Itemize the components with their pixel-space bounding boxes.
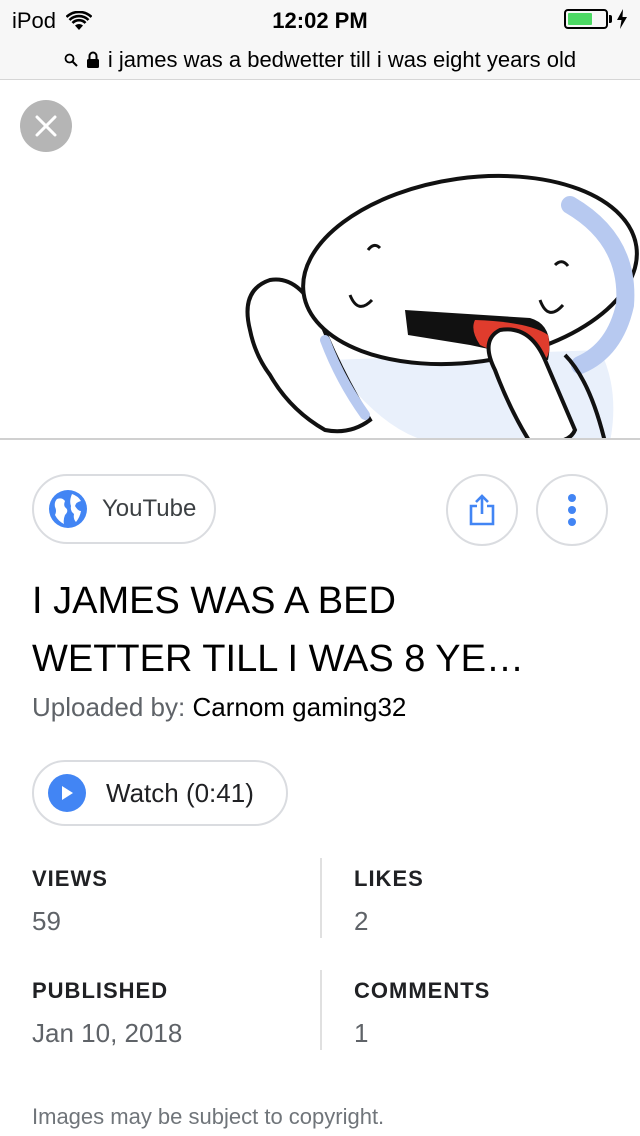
video-title[interactable]: I JAMES WAS A BED WETTER TILL I WAS 8 YE… bbox=[32, 572, 592, 688]
video-title-line-1: I JAMES WAS A BED bbox=[32, 580, 396, 622]
share-icon bbox=[469, 494, 495, 526]
source-label: YouTube bbox=[102, 495, 197, 522]
views-stat: VIEWS 59 bbox=[32, 866, 108, 937]
published-value: Jan 10, 2018 bbox=[32, 1018, 183, 1048]
play-icon bbox=[48, 774, 86, 812]
more-options-button[interactable] bbox=[536, 474, 608, 546]
status-bar: iPod 12:02 PM bbox=[0, 0, 640, 40]
share-button[interactable] bbox=[446, 474, 518, 546]
clock: 12:02 PM bbox=[272, 8, 368, 33]
likes-value: 2 bbox=[354, 906, 369, 936]
watch-button[interactable]: Watch (0:41) bbox=[32, 760, 288, 826]
close-icon bbox=[35, 115, 57, 137]
more-vert-icon bbox=[568, 494, 576, 526]
views-label: VIEWS bbox=[32, 866, 108, 891]
charging-icon bbox=[617, 9, 627, 29]
copyright-notice: Images may be subject to copyright. bbox=[32, 1104, 385, 1129]
stats-divider bbox=[320, 858, 322, 938]
lock-icon bbox=[86, 51, 99, 68]
cartoon-thumbnail bbox=[245, 173, 639, 438]
search-icon bbox=[64, 53, 78, 67]
published-stat: PUBLISHED Jan 10, 2018 bbox=[32, 978, 182, 1049]
comments-stat: COMMENTS 1 bbox=[354, 978, 490, 1049]
video-title-line-2: WETTER TILL I WAS 8 YE… bbox=[32, 638, 524, 680]
source-chip[interactable]: YouTube bbox=[32, 474, 216, 544]
uploader-name: Carnom gaming32 bbox=[192, 692, 407, 722]
battery-indicator bbox=[564, 9, 628, 29]
published-label: PUBLISHED bbox=[32, 978, 169, 1003]
watch-label: Watch (0:41) bbox=[106, 777, 254, 808]
close-button[interactable] bbox=[20, 100, 72, 152]
url-text: i james was a bedwetter till i was eight… bbox=[107, 46, 577, 72]
globe-icon bbox=[49, 490, 87, 528]
comments-label: COMMENTS bbox=[354, 978, 491, 1003]
uploaded-by-label: Uploaded by: bbox=[32, 692, 186, 722]
comments-value: 1 bbox=[354, 1018, 369, 1048]
stats-divider bbox=[320, 970, 322, 1050]
likes-stat: LIKES 2 bbox=[354, 866, 424, 937]
uploader-line: Uploaded by: Carnom gaming32 bbox=[32, 692, 406, 723]
battery-icon bbox=[564, 9, 608, 29]
views-value: 59 bbox=[32, 906, 61, 936]
image-preview bbox=[0, 80, 640, 440]
likes-label: LIKES bbox=[354, 866, 424, 891]
address-bar[interactable]: i james was a bedwetter till i was eight… bbox=[0, 40, 640, 80]
